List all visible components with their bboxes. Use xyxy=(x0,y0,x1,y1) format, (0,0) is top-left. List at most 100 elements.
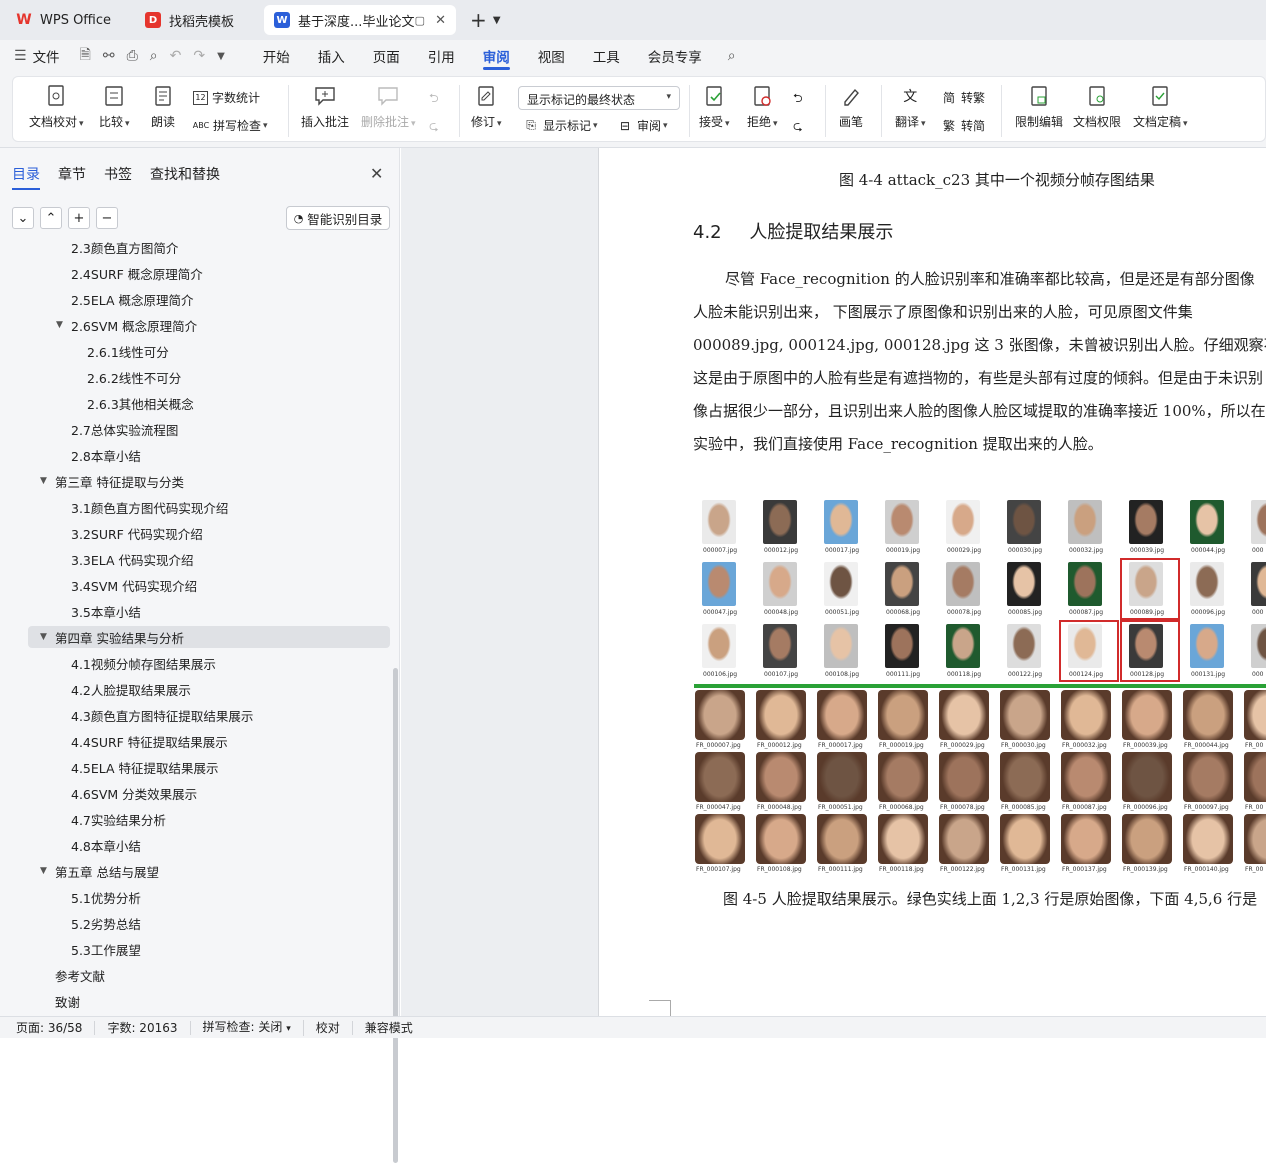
toc-item[interactable]: ▼ 第四章 实验结果与分析 xyxy=(40,626,184,648)
toc-scrollbar[interactable] xyxy=(393,668,398,1163)
menu-view[interactable]: 视图 xyxy=(524,40,579,72)
menu-member[interactable]: 会员专享 xyxy=(634,40,716,72)
face-filename: FR_00 xyxy=(1245,804,1264,811)
word-count-status[interactable]: 字数: 20163 xyxy=(95,1020,191,1035)
menu-page[interactable]: 页面 xyxy=(359,40,414,72)
menu-tools[interactable]: 工具 xyxy=(579,40,634,72)
toc-item[interactable]: 5.2劣势总结 xyxy=(71,912,141,934)
chevron-down-icon[interactable]: ▼ xyxy=(493,15,501,26)
more-icon[interactable]: ▼ xyxy=(217,51,225,62)
revise-button[interactable]: 修订 ▾ xyxy=(471,85,502,130)
accept-button[interactable]: 接受 ▾ xyxy=(699,85,730,130)
redo-icon[interactable]: ↷ xyxy=(193,48,205,64)
reject-button[interactable]: 拒绝 ▾ xyxy=(747,85,778,130)
pen-button[interactable]: 画笔 xyxy=(839,85,863,130)
toc-item[interactable]: 4.2人脸提取结果展示 xyxy=(71,678,191,700)
caret-down-icon[interactable]: ▼ xyxy=(40,866,47,876)
toc-item[interactable]: ▼ 第三章 特征提取与分类 xyxy=(40,470,184,492)
caret-down-icon[interactable]: ▼ xyxy=(56,320,63,330)
toc-item[interactable]: 致谢 xyxy=(55,990,80,1012)
window-icon[interactable]: ▢ xyxy=(415,14,425,27)
toc-item[interactable]: 3.2SURF 代码实现介绍 xyxy=(71,522,203,544)
undo-icon[interactable]: ↶ xyxy=(170,48,182,64)
add-heading-icon[interactable]: + xyxy=(68,207,90,229)
menu-references[interactable]: 引用 xyxy=(414,40,469,72)
expand-up-icon[interactable]: ⌃ xyxy=(40,207,62,229)
proofread-status[interactable]: 校对 xyxy=(304,1020,353,1035)
toc-item[interactable]: 5.3工作展望 xyxy=(71,938,141,960)
toc-item[interactable]: ▼ 2.6SVM 概念原理简介 xyxy=(56,314,197,336)
collapse-all-icon[interactable]: ⌄ xyxy=(12,207,34,229)
insert-comment-button[interactable]: 插入批注 xyxy=(301,85,349,130)
page-indicator[interactable]: 页面: 36/58 xyxy=(0,1020,96,1035)
search-icon[interactable]: ⌕ xyxy=(728,48,736,64)
translate-button[interactable]: 文 翻译 ▾ xyxy=(895,85,926,130)
spell-check-button[interactable]: ABC 拼写检查 ▾ xyxy=(193,117,268,134)
read-aloud-button[interactable]: 朗读 xyxy=(151,85,175,130)
next-comment-icon[interactable]: ⮎ xyxy=(429,117,439,138)
finalize-button[interactable]: 文档定稿 ▾ xyxy=(1133,85,1188,130)
toc-item[interactable]: 2.6.3其他相关概念 xyxy=(87,392,194,414)
print-icon[interactable]: ⎙ xyxy=(127,48,138,64)
caret-down-icon[interactable]: ▼ xyxy=(40,632,47,642)
close-tab-icon[interactable]: ✕ xyxy=(435,13,446,28)
tab-docer-templates[interactable]: D 找稻壳模板 xyxy=(135,5,244,35)
toc-item[interactable]: 参考文献 xyxy=(55,964,105,986)
compare-button[interactable]: 比较 ▾ xyxy=(99,85,130,130)
word-count-button[interactable]: 12 字数统计 xyxy=(193,89,260,106)
toc-item[interactable]: 5.1优势分析 xyxy=(71,886,141,908)
toc-item[interactable]: 3.5本章小结 xyxy=(71,600,141,622)
toc-item[interactable]: 4.8本章小结 xyxy=(71,834,141,856)
restrict-edit-button[interactable]: 限制编辑 xyxy=(1015,85,1063,130)
toc-item[interactable]: 2.8本章小结 xyxy=(71,444,141,466)
review-pane-button[interactable]: ⊟ 审阅 ▾ xyxy=(617,117,668,134)
toc-item[interactable]: 3.1颜色直方图代码实现介绍 xyxy=(71,496,228,518)
new-tab-icon[interactable]: + xyxy=(470,8,487,32)
toc-item[interactable]: 4.7实验结果分析 xyxy=(71,808,166,830)
menu-insert[interactable]: 插入 xyxy=(304,40,359,72)
panel-tab-bookmarks[interactable]: 书签 xyxy=(104,164,132,184)
save-icon[interactable]: 🗎 xyxy=(80,44,91,68)
remove-heading-icon[interactable]: − xyxy=(96,207,118,229)
prev-change-icon[interactable]: ⮌ xyxy=(793,89,803,110)
to-simplified-button[interactable]: 繁 转简 xyxy=(941,117,985,134)
panel-tab-find-replace[interactable]: 查找和替换 xyxy=(150,164,220,184)
toc-item[interactable]: 4.6SVM 分类效果展示 xyxy=(71,782,197,804)
toc-item[interactable]: 4.1视频分帧存图结果展示 xyxy=(71,652,216,674)
link-icon[interactable]: ⚯ xyxy=(103,48,115,64)
panel-tab-sections[interactable]: 章节 xyxy=(58,164,86,184)
toc-item[interactable]: 2.7总体实验流程图 xyxy=(71,418,178,440)
panel-tab-toc[interactable]: 目录 xyxy=(12,164,40,190)
tab-thesis-document[interactable]: W 基于深度...毕业论文 ▢ ✕ xyxy=(264,5,457,35)
toc-item[interactable]: 4.3颜色直方图特征提取结果展示 xyxy=(71,704,253,726)
document-page[interactable]: 图 4-4 attack_c23 其中一个视频分帧存图结果 4.2 人脸提取结果… xyxy=(598,148,1266,1016)
hamburger-menu-icon[interactable]: ☰ xyxy=(14,48,27,64)
close-panel-icon[interactable]: ✕ xyxy=(370,164,383,183)
toc-item[interactable]: ▼ 第五章 总结与展望 xyxy=(40,860,159,882)
menu-review[interactable]: 审阅 xyxy=(469,40,524,72)
menu-start[interactable]: 开始 xyxy=(249,40,304,72)
prev-comment-icon[interactable]: ⮌ xyxy=(429,89,439,110)
toc-item[interactable]: 2.6.2线性不可分 xyxy=(87,366,181,388)
caret-down-icon[interactable]: ▼ xyxy=(40,476,47,486)
doc-check-button[interactable]: 文档校对 ▾ xyxy=(29,85,84,130)
toc-item[interactable]: 4.4SURF 特征提取结果展示 xyxy=(71,730,228,752)
file-menu[interactable]: 文件 xyxy=(33,46,60,66)
toc-item[interactable]: 3.3ELA 代码实现介绍 xyxy=(71,548,194,570)
toc-item[interactable]: 2.4SURF 概念原理简介 xyxy=(71,262,203,284)
smart-toc-button[interactable]: ◔ 智能识别目录 xyxy=(286,206,390,230)
markup-state-select[interactable]: 显示标记的最终状态 ▾ xyxy=(518,86,680,110)
next-change-icon[interactable]: ⮎ xyxy=(793,117,803,138)
toc-item[interactable]: 4.5ELA 特征提取结果展示 xyxy=(71,756,219,778)
print-preview-icon[interactable]: ⌕ xyxy=(150,48,158,64)
tab-wps-office[interactable]: W WPS Office xyxy=(6,5,121,35)
toc-item[interactable]: 2.6.1线性可分 xyxy=(87,340,169,362)
delete-comment-button[interactable]: 删除批注 ▾ xyxy=(361,85,416,130)
doc-permission-button[interactable]: 文档权限 xyxy=(1073,85,1121,130)
to-traditional-button[interactable]: 简 转繁 xyxy=(941,89,985,106)
toc-item[interactable]: 3.4SVM 代码实现介绍 xyxy=(71,574,197,596)
show-markup-button[interactable]: ⎘ 显示标记 ▾ xyxy=(523,117,597,134)
toc-item[interactable]: 2.5ELA 概念原理简介 xyxy=(71,288,194,310)
toc-item[interactable]: 2.3颜色直方图简介 xyxy=(71,240,178,258)
spell-check-status[interactable]: 拼写检查: 关闭 ▾ xyxy=(191,1019,304,1036)
